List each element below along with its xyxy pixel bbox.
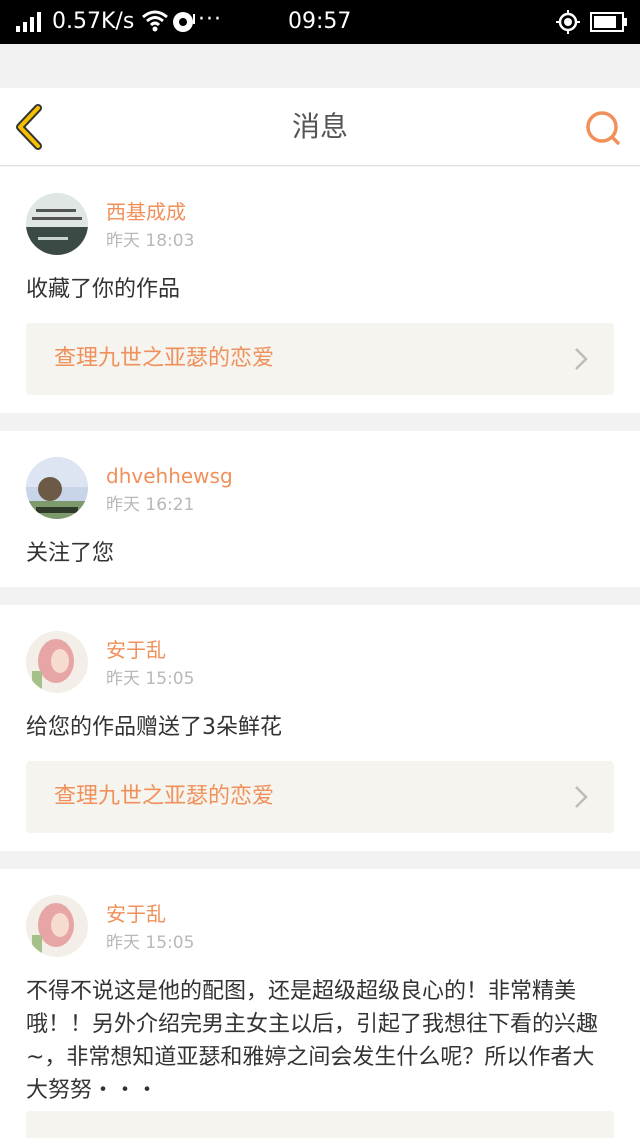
avatar[interactable]: [26, 193, 88, 255]
more-notifications: ···: [198, 7, 222, 32]
message-card: 安于乱 昨天 15:05 给您的作品赠送了3朵鲜花 查理九世之亚瑟的恋爱: [0, 605, 640, 851]
nav-header: 消息: [0, 88, 640, 166]
work-title: 查理九世之亚瑟的恋爱: [54, 346, 275, 371]
clock: 09:57: [288, 9, 352, 34]
work-title: 查理九世之亚瑟的恋爱: [54, 784, 275, 809]
message-card: 安于乱 昨天 15:05 不得不说这是他的配图，还是超级超级良心的！非常精美哦！…: [0, 869, 640, 1138]
message-text: 收藏了你的作品: [26, 277, 181, 302]
search-button[interactable]: [580, 106, 626, 152]
message-card: 西基成成 昨天 18:03 收藏了你的作品 查理九世之亚瑟的恋爱: [0, 167, 640, 413]
timestamp: 昨天 18:03: [106, 231, 195, 251]
message-text: 关注了您: [26, 541, 115, 566]
avatar[interactable]: [26, 631, 88, 693]
status-bar: 0.57K/s ··· 09:57: [0, 0, 640, 44]
signal-icon: [16, 12, 41, 32]
username[interactable]: 安于乱: [106, 901, 166, 927]
wifi-icon: [142, 10, 168, 32]
work-link[interactable]: 查理九世之亚瑟的恋爱: [26, 323, 614, 395]
message-card: dhvehhewsg 昨天 16:21 关注了您: [0, 431, 640, 587]
gps-icon: [556, 10, 580, 34]
timestamp: 昨天 16:21: [106, 495, 195, 515]
username[interactable]: dhvehhewsg: [106, 463, 233, 489]
avatar[interactable]: [26, 895, 88, 957]
username[interactable]: 西基成成: [106, 199, 186, 225]
work-link[interactable]: 查理九世之亚瑟的恋爱: [26, 761, 614, 833]
network-speed: 0.57K/s: [52, 9, 135, 34]
page-title: 消息: [291, 110, 348, 143]
username[interactable]: 安于乱: [106, 637, 166, 663]
notification-icon: [173, 12, 195, 32]
work-link[interactable]: [26, 1111, 614, 1138]
search-icon: [586, 111, 620, 145]
timestamp: 昨天 15:05: [106, 669, 195, 689]
message-text: 给您的作品赠送了3朵鲜花: [26, 715, 282, 740]
chevron-right-icon: [575, 786, 588, 808]
avatar[interactable]: [26, 457, 88, 519]
chevron-right-icon: [575, 348, 588, 370]
timestamp: 昨天 15:05: [106, 933, 195, 953]
message-text: 不得不说这是他的配图，还是超级超级良心的！非常精美哦！！另外介绍完男主女主以后，…: [26, 979, 599, 1103]
battery-icon: [590, 12, 627, 32]
